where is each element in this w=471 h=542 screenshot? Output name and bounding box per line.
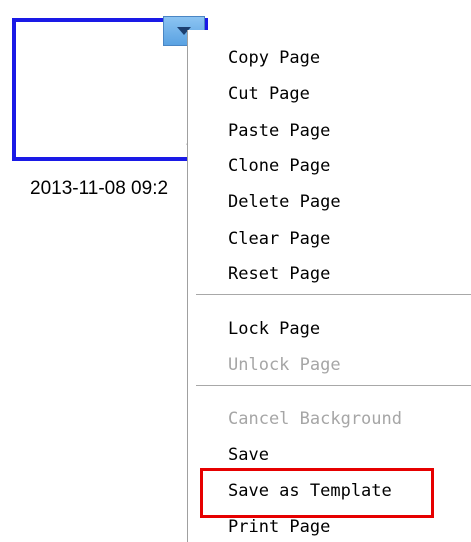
- highlight-annotation: [200, 468, 434, 518]
- menu-item-delete-page[interactable]: Delete Page: [228, 187, 341, 217]
- menu-item-cut-page[interactable]: Cut Page: [228, 79, 310, 109]
- menu-item-cancel-background: Cancel Background: [228, 409, 402, 429]
- menu-separator: [196, 294, 471, 296]
- menu-item-save[interactable]: Save: [228, 440, 269, 470]
- menu-separator: [196, 385, 471, 387]
- menu-item-paste-page[interactable]: Paste Page: [228, 116, 330, 146]
- menu-item-lock-page[interactable]: Lock Page: [228, 314, 320, 344]
- context-menu: Copy Page Cut Page Paste Page Clone Page…: [187, 30, 471, 542]
- canvas-area: 1 2013-11-08 09:2 Copy Page Cut Page Pas…: [0, 0, 471, 542]
- page-timestamp: 2013-11-08 09:2: [30, 178, 169, 199]
- menu-item-clone-page[interactable]: Clone Page: [228, 151, 330, 181]
- menu-item-clear-page[interactable]: Clear Page: [228, 224, 330, 254]
- menu-item-copy-page[interactable]: Copy Page: [228, 43, 320, 73]
- menu-item-reset-page[interactable]: Reset Page: [228, 259, 330, 289]
- menu-item-unlock-page: Unlock Page: [228, 355, 341, 375]
